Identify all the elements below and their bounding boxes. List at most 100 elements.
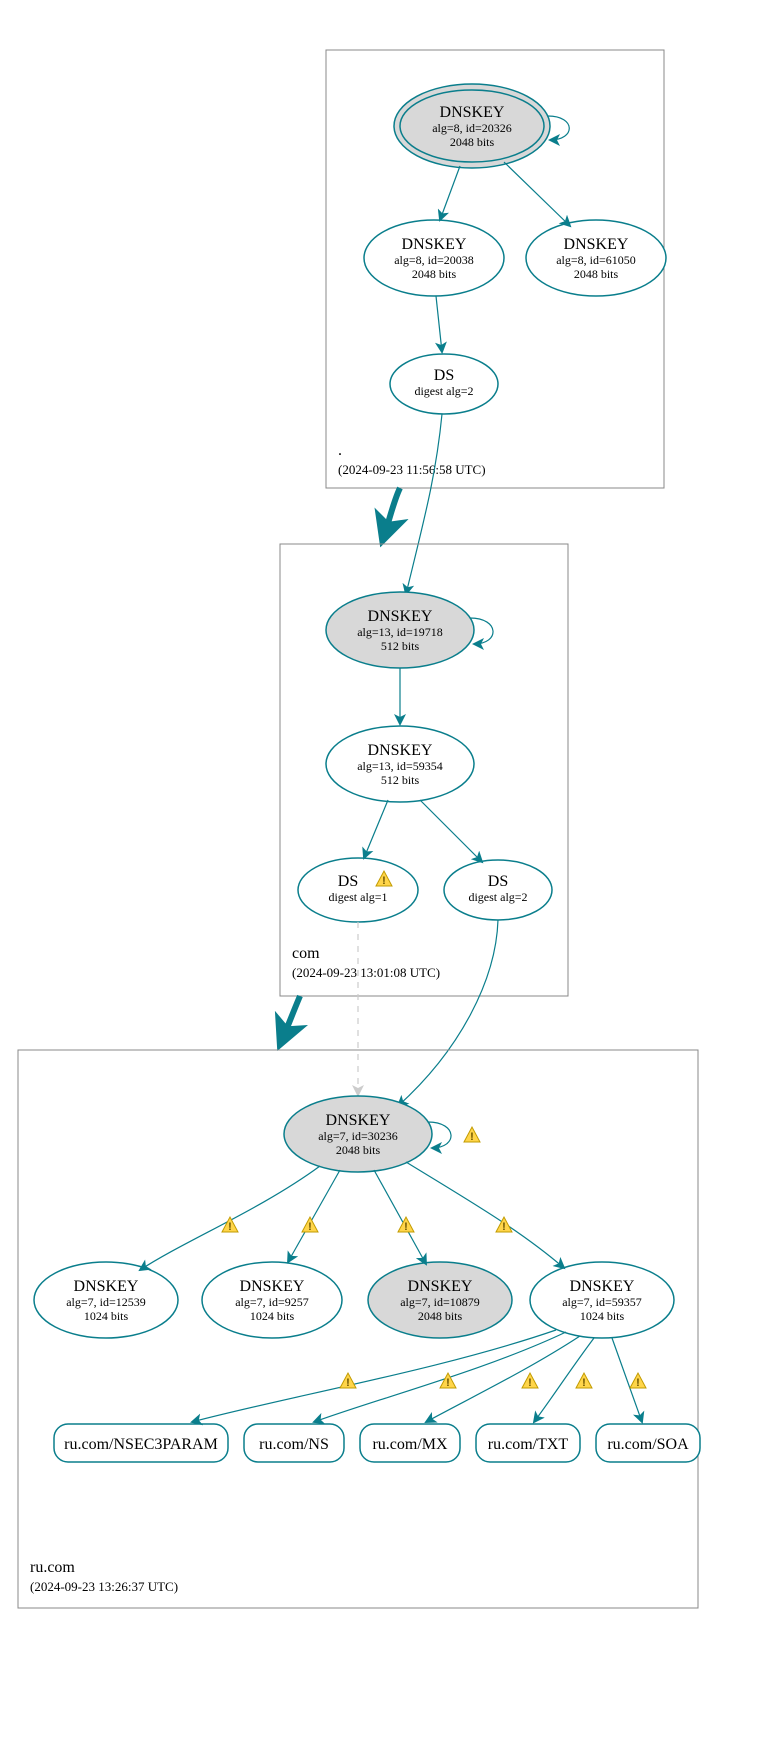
node-ru-ksk: DNSKEY alg=7, id=30236 2048 bits <box>284 1096 432 1172</box>
zone-com: com (2024-09-23 13:01:08 UTC) DNSKEY alg… <box>280 544 568 996</box>
zone-root-name: . <box>338 442 342 459</box>
node-ru-dnskey-9257: DNSKEY alg=7, id=9257 1024 bits <box>202 1262 342 1338</box>
node-root-zsk-20038: DNSKEY alg=8, id=20038 2048 bits <box>364 220 504 296</box>
svg-text:512 bits: 512 bits <box>381 773 420 787</box>
svg-text:1024 bits: 1024 bits <box>84 1309 129 1323</box>
svg-text:ru.com/MX: ru.com/MX <box>372 1436 448 1453</box>
edge-ru-k4-to-nsec3param <box>192 1330 556 1422</box>
zone-com-timestamp: (2024-09-23 13:01:08 UTC) <box>292 965 440 980</box>
svg-text:!: ! <box>382 875 386 887</box>
svg-text:DNSKEY: DNSKEY <box>240 1278 305 1295</box>
zone-rucom: ru.com (2024-09-23 13:26:37 UTC) DNSKEY … <box>18 1050 700 1608</box>
svg-text:2048 bits: 2048 bits <box>574 267 619 281</box>
edge-root-ds-to-com-ksk <box>406 414 442 594</box>
node-root-ds: DS digest alg=2 <box>390 354 498 414</box>
edge-ru-ksk-to-k4 <box>406 1162 564 1268</box>
edge-root-ksk-to-zsk1 <box>440 166 460 220</box>
svg-text:!: ! <box>582 1377 586 1389</box>
edge-delegation-com-to-rucom <box>282 996 300 1040</box>
warning-icon: ! <box>222 1217 238 1233</box>
dnssec-authentication-graph: . (2024-09-23 11:56:58 UTC) DNSKEY alg=8… <box>0 0 763 1742</box>
svg-text:ru.com/NS: ru.com/NS <box>259 1436 329 1453</box>
node-ru-dnskey-10879: DNSKEY alg=7, id=10879 2048 bits <box>368 1262 512 1338</box>
edge-ru-ksk-to-k3 <box>374 1170 426 1264</box>
svg-text:!: ! <box>404 1221 408 1233</box>
node-rrset-soa: ru.com/SOA <box>596 1424 700 1462</box>
zone-root-timestamp: (2024-09-23 11:56:58 UTC) <box>338 462 486 477</box>
node-ru-dnskey-12539: DNSKEY alg=7, id=12539 1024 bits <box>34 1262 178 1338</box>
svg-text:512 bits: 512 bits <box>381 639 420 653</box>
edge-root-zsk-to-ds <box>436 296 442 352</box>
svg-text:!: ! <box>470 1131 474 1143</box>
zone-rucom-timestamp: (2024-09-23 13:26:37 UTC) <box>30 1579 178 1594</box>
warning-icon: ! <box>464 1127 480 1143</box>
svg-text:1024 bits: 1024 bits <box>250 1309 295 1323</box>
svg-text:DNSKEY: DNSKEY <box>440 104 505 121</box>
edge-ru-ksk-to-k2 <box>288 1170 340 1262</box>
svg-text:2048 bits: 2048 bits <box>336 1143 381 1157</box>
svg-text:!: ! <box>502 1221 506 1233</box>
svg-text:DNSKEY: DNSKEY <box>570 1278 635 1295</box>
svg-text:!: ! <box>346 1377 350 1389</box>
svg-text:alg=13, id=19718: alg=13, id=19718 <box>357 625 443 639</box>
svg-text:alg=7, id=30236: alg=7, id=30236 <box>318 1129 398 1143</box>
warning-icon: ! <box>340 1373 356 1389</box>
svg-text:2048 bits: 2048 bits <box>418 1309 463 1323</box>
svg-text:alg=7, id=9257: alg=7, id=9257 <box>235 1295 309 1309</box>
svg-text:alg=13, id=59354: alg=13, id=59354 <box>357 759 443 773</box>
edge-com-ds2-to-ru-ksk <box>398 920 498 1106</box>
svg-text:!: ! <box>636 1377 640 1389</box>
svg-text:alg=8, id=61050: alg=8, id=61050 <box>556 253 636 267</box>
svg-text:DNSKEY: DNSKEY <box>326 1112 391 1129</box>
node-rrset-ns: ru.com/NS <box>244 1424 344 1462</box>
zone-rucom-name: ru.com <box>30 1559 75 1576</box>
svg-text:digest alg=2: digest alg=2 <box>414 384 473 398</box>
edge-selfsig-root-ksk <box>548 116 569 140</box>
node-rrset-txt: ru.com/TXT <box>476 1424 580 1462</box>
node-com-ksk: DNSKEY alg=13, id=19718 512 bits <box>326 592 474 668</box>
svg-text:!: ! <box>446 1377 450 1389</box>
edge-root-ksk-to-zsk2 <box>504 162 570 226</box>
svg-text:alg=8, id=20038: alg=8, id=20038 <box>394 253 474 267</box>
svg-text:ru.com/TXT: ru.com/TXT <box>488 1436 569 1453</box>
svg-text:alg=7, id=10879: alg=7, id=10879 <box>400 1295 480 1309</box>
svg-text:DNSKEY: DNSKEY <box>368 742 433 759</box>
svg-text:DNSKEY: DNSKEY <box>564 236 629 253</box>
zone-com-name: com <box>292 945 320 962</box>
svg-text:!: ! <box>528 1377 532 1389</box>
edge-com-zsk-to-ds2 <box>420 800 482 862</box>
zone-root: . (2024-09-23 11:56:58 UTC) DNSKEY alg=8… <box>326 50 666 488</box>
node-com-zsk: DNSKEY alg=13, id=59354 512 bits <box>326 726 474 802</box>
svg-text:DS: DS <box>434 367 454 384</box>
node-root-ksk: DNSKEY alg=8, id=20326 2048 bits <box>394 84 550 168</box>
warning-icon: ! <box>522 1373 538 1389</box>
svg-text:ru.com/SOA: ru.com/SOA <box>607 1436 689 1453</box>
svg-text:!: ! <box>228 1221 232 1233</box>
node-root-zsk-61050: DNSKEY alg=8, id=61050 2048 bits <box>526 220 666 296</box>
svg-text:!: ! <box>308 1221 312 1233</box>
edge-com-zsk-to-ds1 <box>364 800 388 858</box>
warning-icon: ! <box>630 1373 646 1389</box>
svg-text:digest alg=1: digest alg=1 <box>328 890 387 904</box>
svg-text:1024 bits: 1024 bits <box>580 1309 625 1323</box>
node-rrset-mx: ru.com/MX <box>360 1424 460 1462</box>
warning-icon: ! <box>398 1217 414 1233</box>
node-com-ds2: DS digest alg=2 <box>444 860 552 920</box>
warning-icon: ! <box>302 1217 318 1233</box>
svg-text:DNSKEY: DNSKEY <box>408 1278 473 1295</box>
svg-text:alg=8, id=20326: alg=8, id=20326 <box>432 121 512 135</box>
svg-text:2048 bits: 2048 bits <box>412 267 457 281</box>
svg-text:2048 bits: 2048 bits <box>450 135 495 149</box>
svg-text:DNSKEY: DNSKEY <box>74 1278 139 1295</box>
svg-text:DS: DS <box>338 873 358 890</box>
edge-delegation-root-to-com <box>384 488 400 536</box>
svg-text:alg=7, id=59357: alg=7, id=59357 <box>562 1295 642 1309</box>
node-com-ds1: DS digest alg=1 ! <box>298 858 418 922</box>
node-rrset-nsec3param: ru.com/NSEC3PARAM <box>54 1424 228 1462</box>
svg-text:DNSKEY: DNSKEY <box>402 236 467 253</box>
svg-text:DS: DS <box>488 873 508 890</box>
svg-text:digest alg=2: digest alg=2 <box>468 890 527 904</box>
svg-text:alg=7, id=12539: alg=7, id=12539 <box>66 1295 146 1309</box>
warning-icon: ! <box>576 1373 592 1389</box>
svg-text:ru.com/NSEC3PARAM: ru.com/NSEC3PARAM <box>64 1436 218 1453</box>
